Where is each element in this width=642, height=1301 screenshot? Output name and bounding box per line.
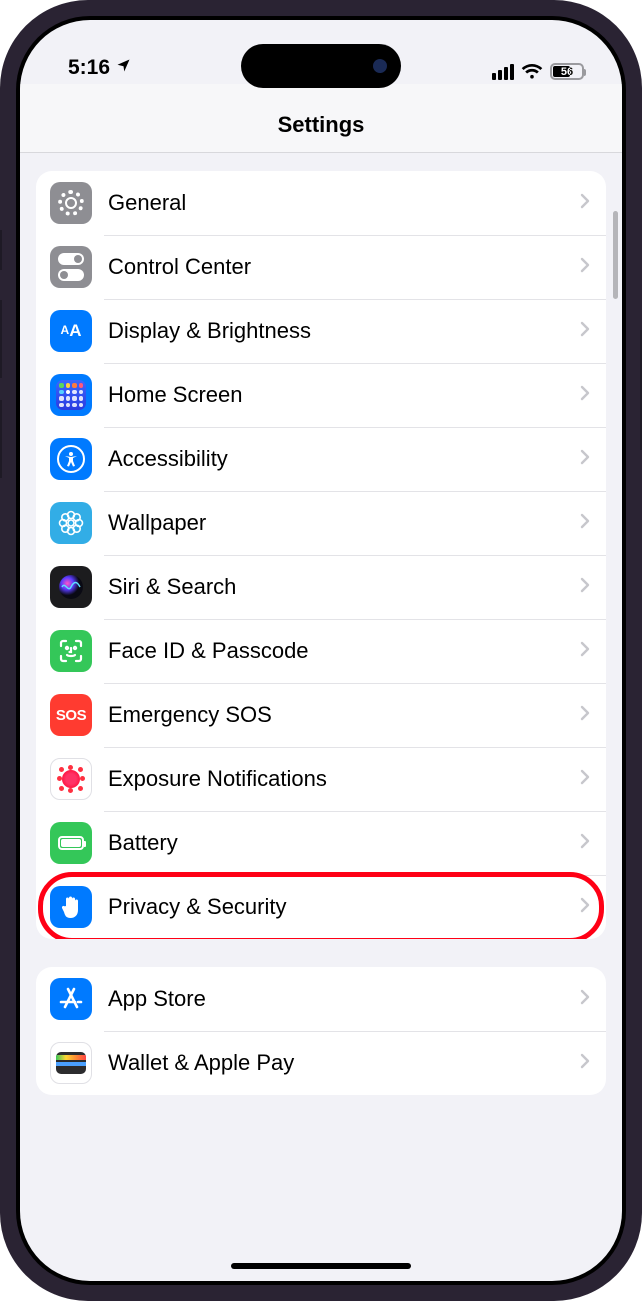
- settings-group: General Control Center AA Display & Brightn…: [36, 171, 606, 939]
- switches-icon: [50, 246, 92, 288]
- settings-row-privacy-security[interactable]: Privacy & Security: [36, 875, 606, 939]
- chevron-right-icon: [580, 641, 590, 662]
- chevron-right-icon: [580, 385, 590, 406]
- settings-row-home-screen[interactable]: Home Screen: [36, 363, 606, 427]
- chevron-right-icon: [580, 705, 590, 726]
- settings-row-label: Emergency SOS: [108, 702, 580, 728]
- app-grid-icon: [50, 374, 92, 416]
- settings-row-label: Face ID & Passcode: [108, 638, 580, 664]
- settings-row-label: Home Screen: [108, 382, 580, 408]
- settings-row-label: Privacy & Security: [108, 894, 580, 920]
- chevron-right-icon: [580, 897, 590, 918]
- cellular-icon: [492, 64, 514, 80]
- settings-row-label: Control Center: [108, 254, 580, 280]
- settings-row-app-store[interactable]: App Store: [36, 967, 606, 1031]
- volume-down-button: [0, 400, 2, 478]
- chevron-right-icon: [580, 513, 590, 534]
- chevron-right-icon: [580, 321, 590, 342]
- settings-list[interactable]: General Control Center AA Display & Brightn…: [20, 153, 622, 1280]
- wallet-icon: [50, 1042, 92, 1084]
- appstore-icon: [50, 978, 92, 1020]
- siri-icon: [50, 566, 92, 608]
- wifi-icon: [521, 64, 543, 80]
- settings-row-battery[interactable]: Battery: [36, 811, 606, 875]
- settings-row-control-center[interactable]: Control Center: [36, 235, 606, 299]
- settings-row-accessibility[interactable]: Accessibility: [36, 427, 606, 491]
- chevron-right-icon: [580, 577, 590, 598]
- gear-icon: [50, 182, 92, 224]
- accessibility-icon: [50, 438, 92, 480]
- screen: 5:16 56 Settings: [20, 20, 622, 1281]
- flower-icon: [50, 502, 92, 544]
- hand-icon: [50, 886, 92, 928]
- sos-icon: SOS: [50, 694, 92, 736]
- settings-row-siri-search[interactable]: Siri & Search: [36, 555, 606, 619]
- settings-row-wallet-apple-pay[interactable]: Wallet & Apple Pay: [36, 1031, 606, 1095]
- chevron-right-icon: [580, 1053, 590, 1074]
- dynamic-island: [241, 44, 401, 88]
- settings-row-face-id-passcode[interactable]: Face ID & Passcode: [36, 619, 606, 683]
- face-id-icon: [50, 630, 92, 672]
- chevron-right-icon: [580, 769, 590, 790]
- location-icon: [116, 58, 131, 78]
- volume-up-button: [0, 300, 2, 378]
- page-title: Settings: [20, 84, 622, 153]
- settings-row-label: General: [108, 190, 580, 216]
- settings-row-label: Battery: [108, 830, 580, 856]
- scroll-indicator[interactable]: [613, 211, 618, 299]
- settings-row-wallpaper[interactable]: Wallpaper: [36, 491, 606, 555]
- battery-icon: [50, 822, 92, 864]
- chevron-right-icon: [580, 257, 590, 278]
- aa-icon: AA: [50, 310, 92, 352]
- status-time: 5:16: [68, 56, 110, 80]
- settings-row-exposure-notifications[interactable]: Exposure Notifications: [36, 747, 606, 811]
- virus-icon: [50, 758, 92, 800]
- settings-row-general[interactable]: General: [36, 171, 606, 235]
- settings-row-label: Display & Brightness: [108, 318, 580, 344]
- settings-row-label: Wallpaper: [108, 510, 580, 536]
- settings-group: App Store Wallet & Apple Pay: [36, 967, 606, 1095]
- settings-row-label: Wallet & Apple Pay: [108, 1050, 580, 1076]
- phone-frame: 5:16 56 Settings: [0, 0, 642, 1301]
- chevron-right-icon: [580, 449, 590, 470]
- settings-row-display-brightness[interactable]: AA Display & Brightness: [36, 299, 606, 363]
- settings-row-emergency-sos[interactable]: SOS Emergency SOS: [36, 683, 606, 747]
- settings-row-label: App Store: [108, 986, 580, 1012]
- chevron-right-icon: [580, 193, 590, 214]
- mute-switch: [0, 230, 2, 270]
- settings-row-label: Exposure Notifications: [108, 766, 580, 792]
- settings-row-label: Accessibility: [108, 446, 580, 472]
- battery-icon: 56: [550, 63, 584, 80]
- chevron-right-icon: [580, 989, 590, 1010]
- home-indicator[interactable]: [231, 1263, 411, 1269]
- settings-row-label: Siri & Search: [108, 574, 580, 600]
- chevron-right-icon: [580, 833, 590, 854]
